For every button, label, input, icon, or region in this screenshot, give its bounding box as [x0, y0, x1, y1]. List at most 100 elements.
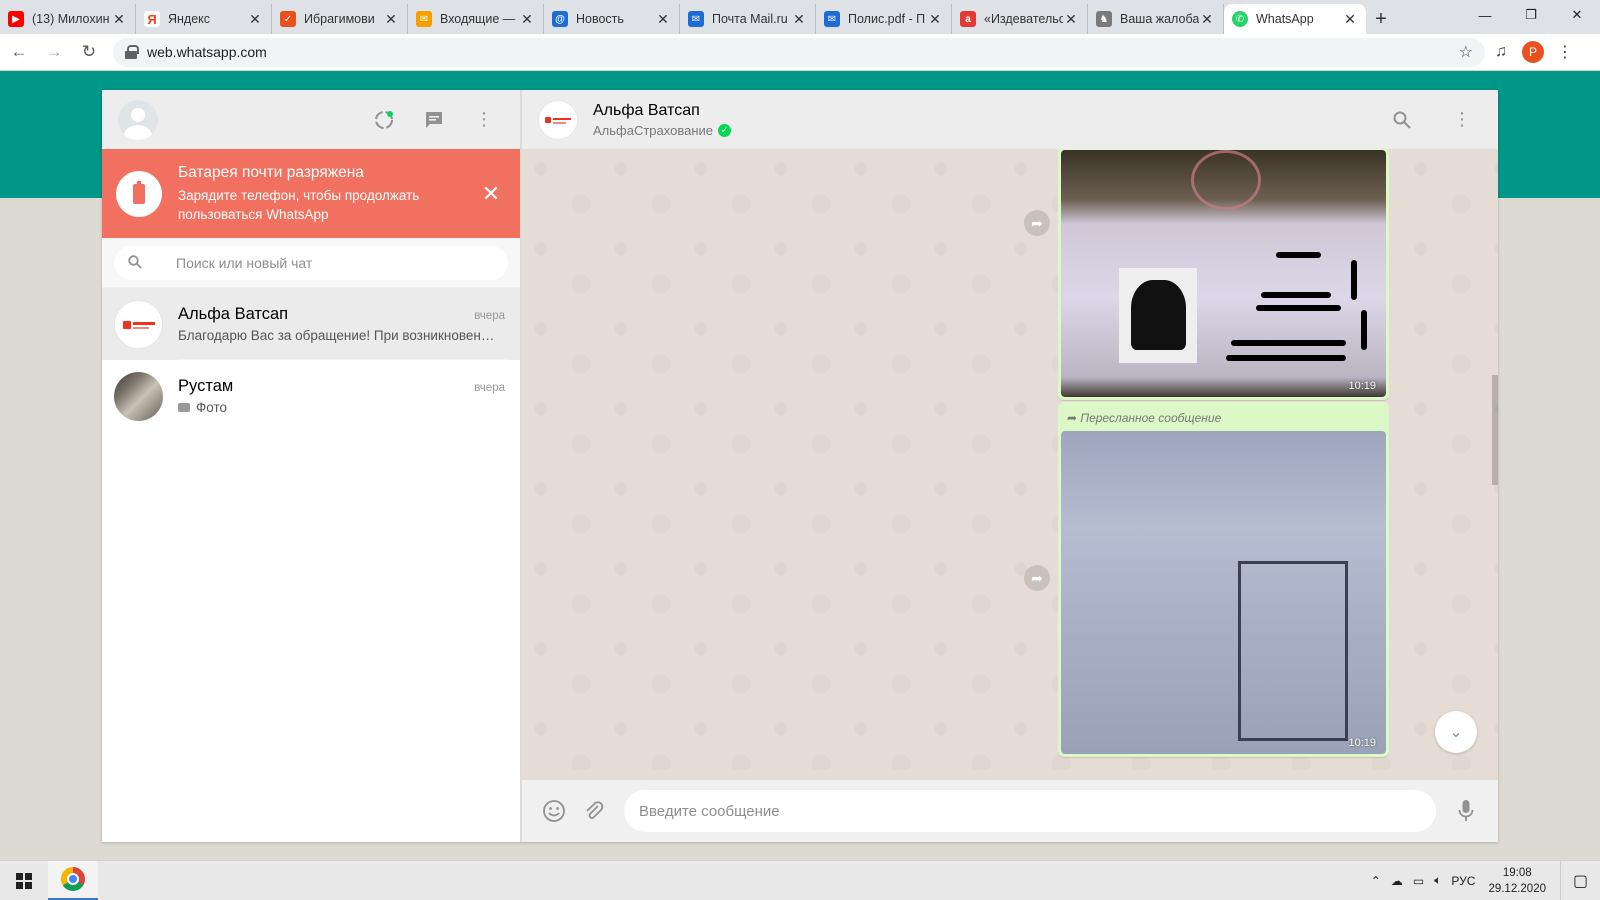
message-time: 10:19	[1348, 380, 1376, 392]
message-bubble[interactable]: 10:19	[1058, 149, 1389, 400]
contact-subtitle: АльфаСтрахование	[593, 122, 714, 138]
browser-tab[interactable]: ✓ Ибрагимови ✕	[272, 4, 408, 34]
message-photo[interactable]: 10:19	[1061, 431, 1386, 754]
close-tab-icon[interactable]: ✕	[247, 11, 263, 28]
windows-icon	[16, 872, 32, 889]
volume-icon[interactable]: 🔈︎	[1434, 873, 1441, 888]
profile-button[interactable]: P	[1517, 36, 1549, 68]
language-indicator[interactable]: РУС	[1451, 874, 1475, 888]
tab-favicon-icon: ✉	[416, 11, 432, 27]
chat-avatar	[114, 299, 163, 349]
message-photo[interactable]: 10:19	[1061, 150, 1386, 397]
chat-list-item[interactable]: Альфа Ватсап вчера Благодарю Вас за обра…	[102, 288, 520, 360]
chrome-icon	[61, 867, 85, 891]
browser-tab[interactable]: Я Яндекс ✕	[136, 4, 272, 34]
clock[interactable]: 19:08 29.12.2020	[1488, 865, 1546, 897]
notification-icon[interactable]: ▢	[1560, 860, 1600, 900]
close-tab-icon[interactable]: ✕	[1199, 11, 1215, 28]
tab-title: Ваша жалоба	[1120, 12, 1199, 26]
close-tab-icon[interactable]: ✕	[111, 11, 127, 28]
menu-icon[interactable]: ⋮	[464, 100, 504, 140]
tab-title: «Издевательс	[984, 12, 1063, 26]
tab-favicon-icon: ✉	[688, 11, 704, 27]
browser-tab[interactable]: a «Издевательс ✕	[952, 4, 1088, 34]
search-icon[interactable]	[1382, 100, 1422, 140]
conversation-header[interactable]: Альфа Ватсап АльфаСтрахование ✓ ⋮	[521, 90, 1498, 149]
restore-icon[interactable]: ❐	[1508, 0, 1554, 30]
address-bar[interactable]: web.whatsapp.com ☆	[113, 37, 1485, 67]
menu-icon[interactable]: ⋮	[1442, 100, 1482, 140]
url-text: web.whatsapp.com	[147, 44, 267, 60]
forward-icon[interactable]: ➦	[1024, 565, 1050, 591]
search-input[interactable]	[176, 255, 494, 271]
chat-time: вчера	[474, 382, 505, 394]
browser-tab[interactable]: ✉ Полис.pdf - П ✕	[816, 4, 952, 34]
message-bubble[interactable]: ➦ Пересланное сообщение 10:19	[1058, 402, 1389, 757]
minimize-icon[interactable]: —	[1462, 0, 1508, 30]
message-input[interactable]	[624, 790, 1436, 832]
forward-icon[interactable]: →	[38, 36, 70, 68]
search-area	[102, 238, 520, 288]
browser-toolbar: ← → ↻ web.whatsapp.com ☆ ♫ P ⋮	[0, 34, 1600, 71]
close-tab-icon[interactable]: ✕	[655, 11, 671, 28]
close-window-icon[interactable]: ✕	[1554, 0, 1600, 30]
tab-favicon-icon: @	[552, 11, 568, 27]
emoji-icon[interactable]	[534, 791, 574, 831]
back-icon[interactable]: ←	[3, 36, 35, 68]
message-time: 10:19	[1348, 737, 1376, 749]
profile-avatar: P	[1522, 41, 1544, 63]
sidebar: ⋮ Батарея почти разряжена Зарядите телеф…	[102, 90, 521, 842]
reload-icon[interactable]: ↻	[73, 36, 105, 68]
close-tab-icon[interactable]: ✕	[519, 11, 535, 28]
sidebar-header: ⋮	[102, 90, 520, 149]
camera-icon	[178, 403, 190, 412]
chat-list-item[interactable]: Рустам вчера Фото	[102, 360, 520, 432]
my-avatar[interactable]	[118, 99, 158, 140]
network-icon[interactable]: ▭	[1413, 874, 1424, 888]
media-control-icon[interactable]: ♫	[1485, 36, 1517, 68]
contact-avatar[interactable]	[538, 99, 578, 140]
attach-icon[interactable]	[574, 791, 614, 831]
battery-warning-title: Батарея почти разряжена	[178, 163, 364, 181]
close-tab-icon[interactable]: ✕	[383, 11, 399, 28]
new-chat-icon[interactable]	[414, 100, 454, 140]
status-icon[interactable]	[364, 100, 404, 140]
close-tab-icon[interactable]: ✕	[927, 11, 943, 28]
tab-favicon-icon: ♞	[1096, 11, 1112, 27]
mic-icon[interactable]	[1446, 791, 1486, 831]
new-tab-button[interactable]: +	[1366, 4, 1396, 34]
chat-preview: Благодарю Вас за обращение! При возникно…	[178, 327, 496, 343]
message-list[interactable]: ➦ 10:19 ➦ ➦ Пересланное сообщение 10:19	[521, 149, 1498, 770]
search-box	[114, 246, 508, 280]
close-tab-icon[interactable]: ✕	[1342, 11, 1358, 28]
tab-favicon-icon: Я	[144, 11, 160, 27]
tab-favicon-icon: ✉	[824, 11, 840, 27]
taskbar-chrome-button[interactable]	[48, 860, 98, 900]
start-button[interactable]	[0, 861, 48, 900]
browser-tab[interactable]: ✉ Входящие — ✕	[408, 4, 544, 34]
tab-title: WhatsApp	[1256, 12, 1314, 26]
close-tab-icon[interactable]: ✕	[1063, 11, 1079, 28]
tab-favicon-icon: ▶	[8, 11, 24, 27]
browser-menu-icon[interactable]: ⋮	[1549, 36, 1581, 68]
bookmark-star-icon[interactable]: ☆	[1459, 42, 1473, 62]
browser-tab-active[interactable]: ✆ WhatsApp ✕	[1224, 4, 1366, 34]
scrollbar[interactable]	[1492, 375, 1498, 485]
close-tab-icon[interactable]: ✕	[791, 11, 807, 28]
browser-tab[interactable]: ✉ Почта Mail.ru ✕	[680, 4, 816, 34]
tab-title: Почта Mail.ru	[712, 12, 788, 26]
tab-title: Новость	[576, 12, 624, 26]
chat-avatar	[114, 371, 163, 421]
whatsapp-app: ⋮ Батарея почти разряжена Зарядите телеф…	[102, 90, 1498, 842]
cloud-icon[interactable]: ☁	[1391, 874, 1403, 888]
battery-warning-banner: Батарея почти разряжена Зарядите телефон…	[102, 149, 520, 238]
clock-time: 19:08	[1502, 866, 1532, 879]
forward-icon[interactable]: ➦	[1024, 210, 1050, 236]
browser-tab[interactable]: ▶ (13) Милохин ✕	[0, 4, 136, 34]
browser-tab[interactable]: ♞ Ваша жалоба ✕	[1088, 4, 1224, 34]
scroll-down-button[interactable]: ⌄	[1435, 711, 1477, 753]
forwarded-label: ➦ Пересланное сообщение	[1067, 411, 1222, 425]
browser-tab[interactable]: @ Новость ✕	[544, 4, 680, 34]
close-banner-icon[interactable]: ✕	[476, 181, 506, 207]
chevron-up-icon[interactable]: ⌃	[1371, 874, 1381, 888]
